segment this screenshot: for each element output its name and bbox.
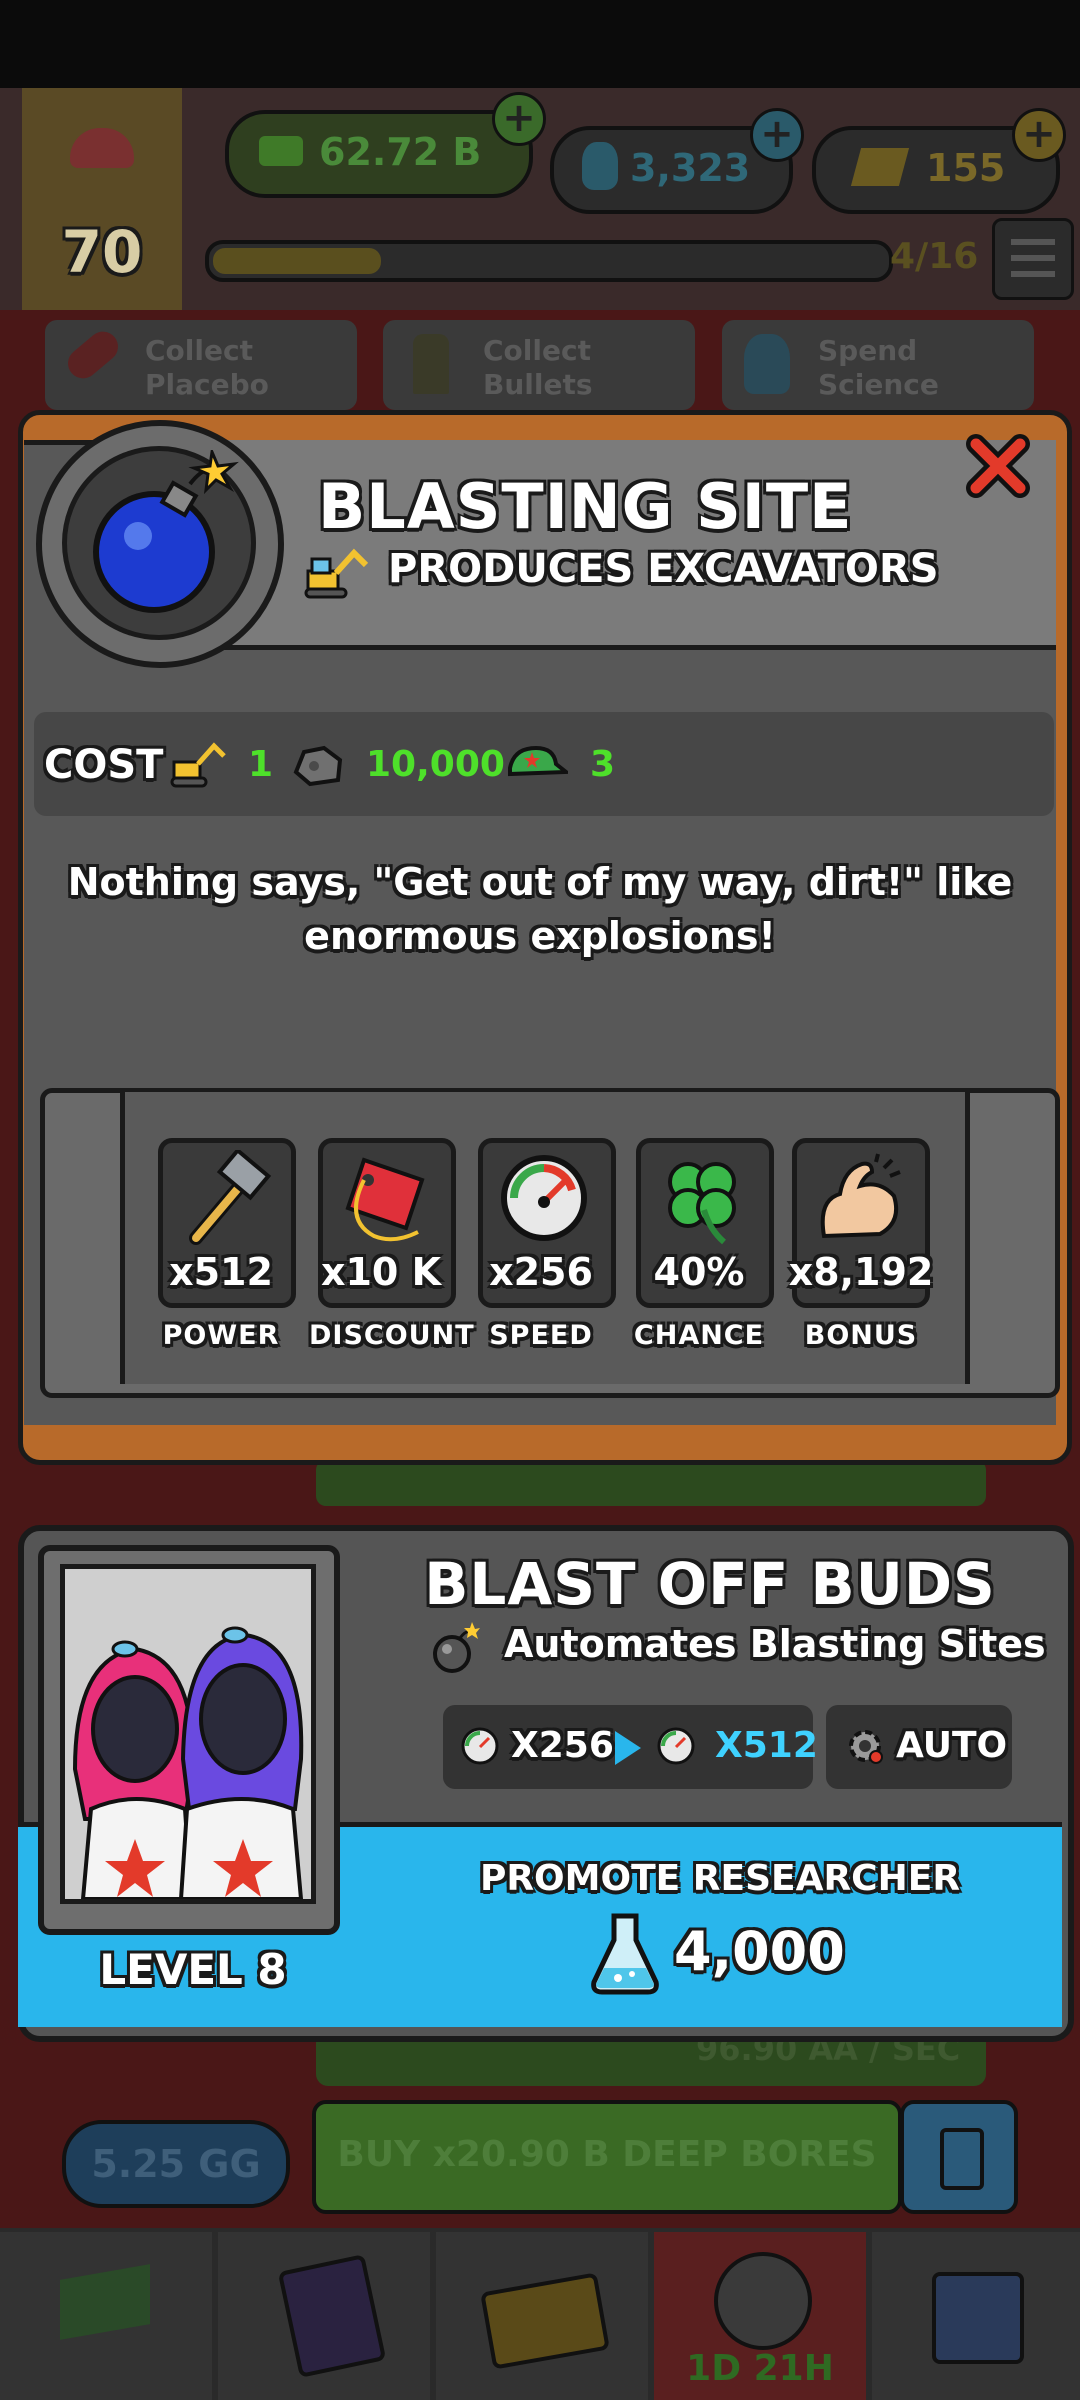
task-line2: Science: [818, 368, 939, 401]
nav-research-tab[interactable]: 1D 21H: [654, 2232, 866, 2400]
nav-ticket-tab[interactable]: [436, 2232, 648, 2400]
science-add-icon[interactable]: +: [750, 108, 804, 162]
flask-icon: [582, 142, 618, 190]
bomb-icon: [93, 450, 239, 613]
cash-add-icon[interactable]: +: [492, 92, 546, 146]
task-spend-science[interactable]: Spend Science: [722, 320, 1034, 410]
speedometer-icon: [461, 1727, 499, 1765]
promote-cost: 4,000: [674, 1920, 845, 1983]
wings-icon: [70, 128, 134, 168]
hud-panel: 70 62.72 B + 3,323 + 155 + 4/16: [0, 88, 1080, 310]
auto-label: AUTO: [896, 1725, 1008, 1766]
nav-cards-tab[interactable]: [218, 2232, 430, 2400]
bomb-icon: [433, 1622, 480, 1673]
gear-icon: [849, 1730, 883, 1764]
stat-power-label: POWER: [162, 1320, 280, 1351]
researcher-name: BLAST OFF BUDS: [424, 1550, 996, 1618]
excavator-icon: [304, 548, 369, 599]
bg-amount-pill: 5.25 GG: [62, 2120, 290, 2208]
speedometer-icon: [501, 1155, 587, 1241]
status-bar: [0, 0, 1080, 88]
task-collect-placebo[interactable]: Collect Placebo: [45, 320, 357, 410]
ticket-icon: [480, 2272, 610, 2370]
stat-discount-value: x10 K: [320, 1250, 442, 1294]
rock-icon: [293, 745, 343, 787]
timer-text: 1D 21H: [686, 2348, 834, 2389]
stat-discount-label: DISCOUNT: [309, 1320, 475, 1351]
tickets-amount: 155: [926, 146, 1006, 190]
hammer-icon: [189, 1150, 272, 1245]
speed-upgrade-pill: X256 X512: [443, 1705, 818, 1789]
bg-green-bar: [316, 1460, 986, 1506]
task-line2: Placebo: [145, 368, 269, 401]
stat-speed-value: x256: [489, 1250, 593, 1294]
task-line2: Bullets: [483, 368, 593, 401]
nav-flag-tab[interactable]: [0, 2232, 212, 2400]
cost-label: COST: [44, 742, 164, 788]
level-progress-bar: [205, 240, 893, 282]
excavator-icon: [170, 742, 226, 788]
close-button[interactable]: [962, 430, 1034, 502]
flag-icon: [60, 2264, 150, 2340]
researcher-portrait: [60, 1564, 316, 1904]
cost-amount-1: 1: [248, 744, 274, 785]
modal-title: BLASTING SITE: [318, 470, 853, 543]
level-number: 70: [61, 218, 143, 286]
tickets-add-icon[interactable]: +: [1012, 108, 1066, 162]
task-collect-bullets[interactable]: Collect Bullets: [383, 320, 695, 410]
pill-icon: [61, 325, 125, 385]
menu-icon[interactable]: [992, 218, 1074, 300]
bullets-icon: [413, 334, 449, 394]
cash-amount: 62.72 B: [319, 130, 482, 174]
arrow-right-icon: [615, 1731, 641, 1765]
army-cap-icon: [508, 745, 568, 777]
cash-pill[interactable]: 62.72 B: [225, 110, 533, 198]
stat-bonus-value: x8,192: [788, 1250, 934, 1294]
level-banner[interactable]: 70: [22, 88, 182, 310]
four-leaf-clover-icon: [668, 1162, 736, 1245]
cards-icon: [277, 2254, 387, 2378]
description-line1: Nothing says, "Get out of my way, dirt!"…: [67, 860, 1013, 904]
stat-power-value: x512: [169, 1250, 273, 1294]
phone-icon: [940, 2128, 984, 2190]
buy-mode-button[interactable]: [900, 2100, 1018, 2214]
close-icon: [966, 434, 1030, 498]
speedometer-icon: [657, 1727, 695, 1765]
flexed-arm-icon: [820, 1153, 901, 1239]
stat-chance-value: 40%: [653, 1250, 745, 1294]
stat-bonus-label: BONUS: [804, 1320, 918, 1351]
auto-pill: AUTO: [826, 1705, 1012, 1789]
feather-icon: [714, 2252, 812, 2350]
amount-text: 5.25 GG: [91, 2142, 261, 2186]
task-line1: Collect: [145, 334, 253, 367]
task-line1: Spend: [818, 334, 918, 367]
cash-icon: [259, 136, 303, 166]
cost-amount-2: 10,000: [366, 744, 505, 785]
modal-subtitle: PRODUCES EXCAVATORS: [388, 546, 939, 592]
stat-speed-label: SPEED: [489, 1320, 593, 1351]
flask-icon: [744, 334, 790, 394]
speed-to: X512: [715, 1725, 818, 1766]
twins-portrait-image: [65, 1569, 311, 1901]
flask-icon: [591, 1913, 659, 1995]
researcher-level: LEVEL 8: [99, 1945, 287, 1994]
speed-from: X256: [511, 1725, 614, 1766]
promote-label: PROMOTE RESEARCHER: [479, 1858, 961, 1899]
level-progress-fill: [213, 248, 381, 274]
building-description: Nothing says, "Get out of my way, dirt!"…: [60, 855, 1020, 963]
ticket-icon: [850, 148, 910, 186]
science-amount: 3,323: [630, 146, 751, 190]
description-line2: enormous explosions!: [304, 914, 776, 958]
cost-amount-3: 3: [590, 744, 616, 785]
nav-shop-tab[interactable]: [872, 2232, 1080, 2400]
task-line1: Collect: [483, 334, 591, 367]
stat-chance-label: CHANCE: [633, 1320, 765, 1351]
shopping-bag-icon: [932, 2272, 1024, 2364]
progress-text: 4/16: [890, 236, 979, 277]
buy-button[interactable]: BUY x20.90 B DEEP BORES: [312, 2100, 902, 2214]
researcher-automates: Automates Blasting Sites: [504, 1622, 1046, 1666]
price-tag-icon: [345, 1157, 425, 1242]
buy-label: BUY x20.90 B DEEP BORES: [337, 2134, 877, 2175]
